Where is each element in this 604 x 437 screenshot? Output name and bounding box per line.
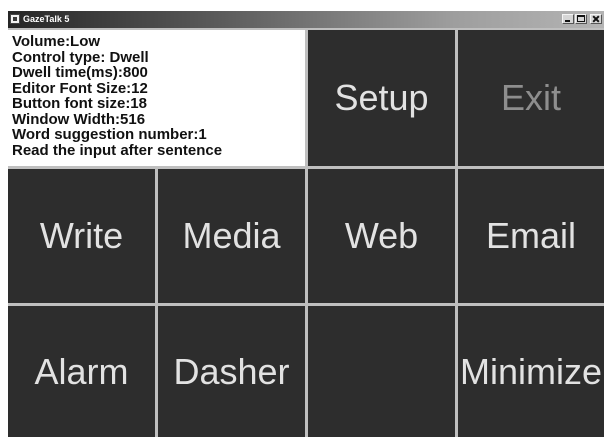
alarm-button[interactable]: Alarm — [8, 306, 155, 437]
setup-button[interactable]: Setup — [308, 30, 455, 166]
write-button[interactable]: Write — [8, 169, 155, 303]
dasher-button[interactable]: Dasher — [158, 306, 305, 437]
window-controls — [562, 14, 602, 24]
minimize-icon — [565, 20, 570, 22]
app-icon-glyph — [13, 17, 17, 21]
gazetalk-window: GazeTalk 5 Volume:Low Control type: Dwel… — [8, 11, 604, 437]
info-line-window-width: Window Width:516 — [12, 110, 146, 128]
exit-button[interactable]: Exit — [458, 30, 604, 166]
web-button[interactable]: Web — [308, 169, 455, 303]
info-line-dwell-time: Dwell time(ms):800 — [12, 64, 148, 81]
title-bar[interactable]: GazeTalk 5 — [8, 11, 604, 28]
info-line-volume: Volume:Low — [12, 33, 101, 50]
empty-button-slot — [308, 306, 455, 437]
info-line-word-suggestion-number: Word suggestion number:1 — [12, 126, 207, 143]
close-icon — [591, 15, 601, 23]
media-button[interactable]: Media — [158, 169, 305, 303]
email-button[interactable]: Email — [458, 169, 604, 303]
app-icon[interactable] — [10, 14, 20, 24]
settings-info-panel: Volume:Low Control type: Dwell Dwell tim… — [8, 30, 305, 166]
info-line-read-input: Read the input after sentence — [12, 141, 223, 159]
info-line-button-font-size: Button font size:18 — [12, 95, 147, 112]
close-window-button[interactable] — [590, 14, 602, 24]
info-line-editor-font-size: Editor Font Size:12 — [12, 79, 148, 97]
minimize-window-button[interactable] — [562, 14, 574, 24]
minimize-button[interactable]: Minimize — [458, 306, 604, 437]
button-grid: Volume:Low Control type: Dwell Dwell tim… — [8, 30, 604, 437]
maximize-icon — [577, 15, 585, 22]
info-line-control-type: Control type: Dwell — [12, 48, 149, 66]
window-title: GazeTalk 5 — [23, 14, 70, 24]
maximize-window-button[interactable] — [575, 14, 587, 24]
